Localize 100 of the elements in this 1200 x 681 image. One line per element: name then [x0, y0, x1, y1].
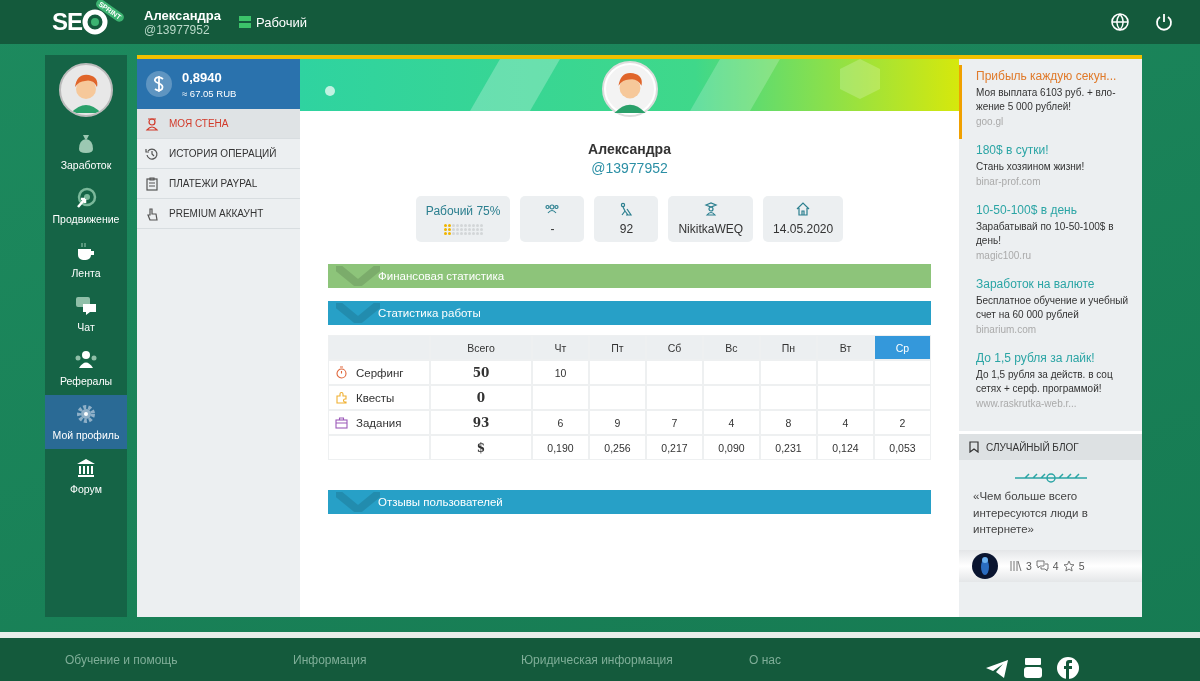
logo-text[interactable]: SE: [52, 8, 82, 36]
ad-text: Бесплатное обучение и учебный счет на 60 000 рублей: [976, 294, 1130, 322]
telegram-icon[interactable]: [985, 658, 1009, 679]
table-header: Всего: [430, 335, 532, 360]
table-cell: 0,090: [703, 435, 760, 460]
hand-icon: [145, 206, 159, 221]
puzzle-icon: [335, 391, 348, 404]
facebook-icon[interactable]: [1057, 656, 1079, 679]
bookmark-icon: [969, 441, 979, 453]
ad-url: binar-prof.com: [976, 176, 1042, 187]
ad-text: Зарабатывай по 10-50-100$ в день!: [976, 220, 1115, 248]
timer-icon: [335, 366, 348, 379]
day-header[interactable]: Вс: [703, 335, 760, 360]
table-cell: 0,231: [760, 435, 817, 460]
row-label: Задания: [356, 416, 402, 429]
table-cell: 10: [532, 360, 589, 385]
day-header[interactable]: Чт: [532, 335, 589, 360]
stat-value: 14.05.2020: [773, 222, 834, 236]
stat-value: -: [550, 222, 555, 236]
worker-icon: [619, 202, 634, 216]
briefcase-icon: [335, 416, 348, 429]
submenu-item[interactable]: МОЯ СТЕНА: [137, 109, 300, 139]
nav-item[interactable]: Рефералы: [45, 341, 127, 395]
ornament-icon: [1012, 472, 1089, 484]
table-cell: 6: [532, 410, 589, 435]
table-cell: 93: [472, 415, 490, 430]
user-name[interactable]: Александра: [144, 7, 221, 23]
submenu-item[interactable]: PREMIUM АККАУНТ: [137, 199, 300, 229]
day-header[interactable]: Пт: [589, 335, 646, 360]
comment-count: 4: [1052, 560, 1059, 572]
history-icon: [145, 146, 159, 161]
day-header[interactable]: Вт: [817, 335, 874, 360]
table-cell: 4: [817, 410, 874, 435]
table-cell: 2: [874, 410, 931, 435]
table-cell: 9: [589, 410, 646, 435]
blog-quote[interactable]: «Чем больше всего интересуются люди в интернете»: [959, 488, 1142, 538]
ad-url: binarium.com: [976, 324, 1038, 335]
ad-item[interactable]: До 1,5 рубля за лайк! До 1,5 рубля за действ. в соц сетях + серф. программой! www.raskrutka-web.r...: [959, 347, 1142, 421]
table-cell: $: [476, 440, 486, 455]
table-cell: [874, 360, 931, 385]
table-cell: 7: [646, 410, 703, 435]
submenu-item[interactable]: ИСТОРИЯ ОПЕРАЦИЙ: [137, 139, 300, 169]
status-label: Рабочий 75%: [425, 203, 501, 218]
bank-icon: [75, 457, 97, 479]
nav-item[interactable]: Мой профиль: [45, 395, 127, 449]
nav-item[interactable]: Заработок: [45, 125, 127, 179]
ad-item[interactable]: 180$ в сутки! Стань хозяином жизни! binar-prof.com: [959, 139, 1142, 199]
target-icon: [75, 187, 97, 209]
star-icon: [1062, 560, 1075, 572]
table-cell: 0,256: [589, 435, 646, 460]
stat-value: NikitkaWEQ: [678, 222, 744, 236]
ad-item[interactable]: 10-50-100$ в день Зарабатывай по 10-50-100$ в день! magic100.ru: [959, 199, 1142, 273]
table-cell: 0,217: [646, 435, 703, 460]
chevron-icon: [336, 266, 380, 286]
row-label: Квесты: [356, 391, 395, 404]
group-icon: [545, 202, 560, 216]
table-cell: 50: [472, 365, 490, 380]
home-icon: [796, 202, 811, 216]
day-header[interactable]: Сб: [646, 335, 703, 360]
dollar-icon: [146, 71, 172, 97]
user-handle: @13977952: [144, 22, 210, 37]
post-count: 3: [1026, 560, 1032, 572]
balance-amount: 0,8940: [182, 69, 223, 85]
table-cell: 0,124: [817, 435, 874, 460]
nav-item[interactable]: Чат: [45, 287, 127, 341]
row-label: Серфинг: [356, 366, 404, 379]
table-cell: 0,053: [874, 435, 931, 460]
chat-icon: [75, 295, 97, 317]
star-count: 5: [1078, 560, 1085, 572]
chevron-icon: [336, 492, 380, 512]
ad-item[interactable]: Заработок на валюте Бесплатное обучение и учебный счет на 60 000 рублей binarium.com: [959, 273, 1142, 347]
stat-value: 92: [619, 222, 634, 236]
status-label: Рабочий: [255, 14, 308, 30]
ad-item[interactable]: Прибыль каждую секун... Моя выплата 6103 руб. + вло-жение 5 000 рублей! goo.gl: [959, 65, 1142, 139]
table-cell: 0: [476, 390, 486, 405]
flag-icon: [238, 15, 251, 29]
blog-heading: СЛУЧАЙНЫЙ БЛОГ: [986, 441, 1079, 453]
balance-converted: ≈ 67.05 RUB: [182, 87, 237, 99]
table-cell: 4: [703, 410, 760, 435]
comments-icon: [1035, 560, 1049, 572]
avatar-icon[interactable]: [59, 63, 113, 117]
nav-item[interactable]: Продвижение: [45, 179, 127, 233]
clipboard-icon: [145, 176, 159, 191]
power-icon[interactable]: [1154, 12, 1174, 32]
nav-item[interactable]: Лента: [45, 233, 127, 287]
profile-name: Александра: [588, 141, 671, 157]
chevron-icon: [336, 303, 380, 323]
ad-url: goo.gl: [976, 116, 1005, 127]
person-icon: [145, 116, 159, 131]
day-header[interactable]: Пн: [760, 335, 817, 360]
nav-item[interactable]: Форум: [45, 449, 127, 503]
graduate-icon: [703, 202, 718, 216]
table-cell: 0,190: [532, 435, 589, 460]
submenu-item[interactable]: ПЛАТЕЖИ PAYPAL: [137, 169, 300, 199]
ad-text: Стань хозяином жизни!: [976, 160, 1086, 174]
profile-handle: @13977952: [591, 160, 668, 176]
globe-icon[interactable]: [1110, 12, 1130, 32]
table-cell: [817, 360, 874, 385]
ad-text: Моя выплата 6103 руб. + вло-жение 5 000 рублей!: [976, 86, 1117, 114]
ad-text: До 1,5 рубля за действ. в соц сетях + серф. программой!: [976, 368, 1114, 396]
